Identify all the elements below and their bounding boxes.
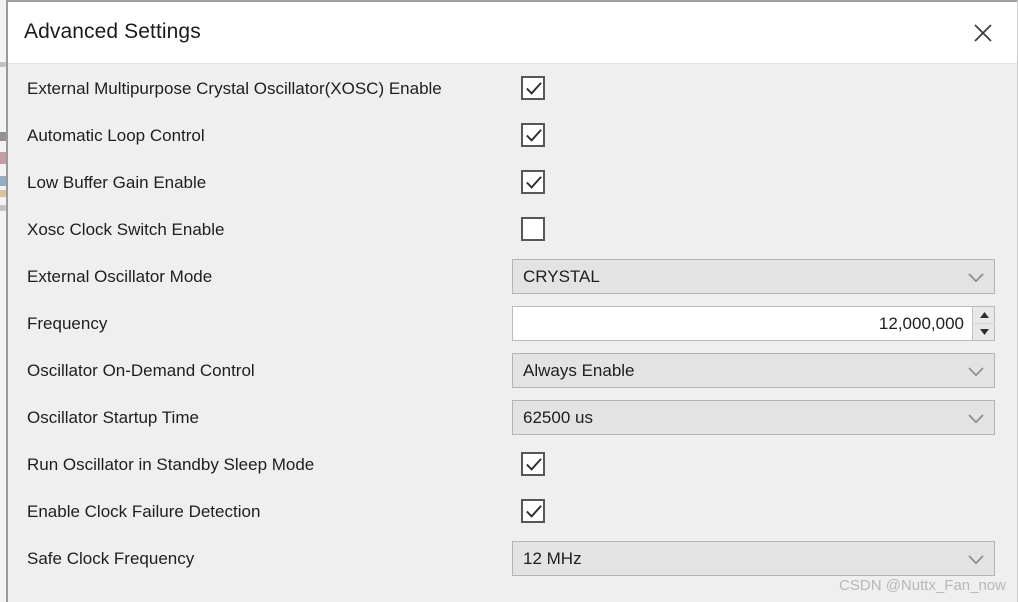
setting-combobox[interactable]: 12 MHz bbox=[512, 541, 995, 576]
chevron-down-icon bbox=[968, 273, 984, 283]
settings-list: External Multipurpose Crystal Oscillator… bbox=[8, 65, 1017, 602]
chevron-down-icon bbox=[968, 555, 984, 565]
setting-row: External Multipurpose Crystal Oscillator… bbox=[8, 65, 1017, 112]
combobox-arrow[interactable] bbox=[967, 365, 985, 383]
setting-row: Xosc Clock Switch Enable bbox=[8, 206, 1017, 253]
triangle-down-icon bbox=[979, 328, 989, 335]
setting-checkbox[interactable] bbox=[521, 170, 545, 194]
setting-checkbox[interactable] bbox=[521, 76, 545, 100]
dialog-titlebar: Advanced Settings bbox=[8, 2, 1017, 64]
setting-checkbox[interactable] bbox=[521, 217, 545, 241]
triangle-up-icon bbox=[979, 312, 989, 318]
setting-label: Enable Clock Failure Detection bbox=[27, 502, 261, 521]
setting-checkbox[interactable] bbox=[521, 499, 545, 523]
check-icon bbox=[526, 129, 542, 142]
check-icon bbox=[526, 458, 542, 471]
check-icon bbox=[526, 176, 542, 189]
combobox-value: 12 MHz bbox=[523, 549, 582, 568]
chevron-down-icon bbox=[968, 414, 984, 424]
combobox-value: Always Enable bbox=[523, 361, 635, 380]
setting-label: Oscillator On-Demand Control bbox=[27, 361, 255, 380]
setting-row: Oscillator Startup Time 62500 us bbox=[8, 394, 1017, 441]
setting-row: Low Buffer Gain Enable bbox=[8, 159, 1017, 206]
setting-row: Oscillator On-Demand Control Always Enabl… bbox=[8, 347, 1017, 394]
check-icon bbox=[526, 505, 542, 518]
advanced-settings-dialog: Advanced Settings External Multipurpose … bbox=[0, 0, 1018, 602]
setting-label: Safe Clock Frequency bbox=[27, 549, 195, 568]
setting-combobox[interactable]: 62500 us bbox=[512, 400, 995, 435]
chevron-down-icon bbox=[968, 367, 984, 377]
setting-row: Run Oscillator in Standby Sleep Mode bbox=[8, 441, 1017, 488]
setting-label: Oscillator Startup Time bbox=[27, 408, 199, 427]
setting-label: External Oscillator Mode bbox=[27, 267, 213, 286]
spinbox-increment-button[interactable] bbox=[973, 307, 995, 323]
setting-label: Automatic Loop Control bbox=[27, 126, 205, 145]
combobox-value: 62500 us bbox=[523, 408, 593, 427]
close-button[interactable] bbox=[959, 10, 1007, 56]
setting-label: Run Oscillator in Standby Sleep Mode bbox=[27, 455, 315, 474]
setting-label: Low Buffer Gain Enable bbox=[27, 173, 207, 192]
setting-label: External Multipurpose Crystal Oscillator… bbox=[27, 79, 442, 98]
setting-combobox[interactable]: CRYSTAL bbox=[512, 259, 995, 294]
setting-label: Frequency bbox=[27, 314, 108, 333]
frequency-spinbox[interactable]: 12,000,000 bbox=[512, 306, 995, 341]
spinbox-buttons bbox=[972, 307, 995, 340]
spinbox-decrement-button[interactable] bbox=[973, 323, 995, 339]
close-icon bbox=[974, 24, 992, 42]
dialog-title: Advanced Settings bbox=[24, 20, 201, 43]
combobox-arrow[interactable] bbox=[967, 412, 985, 430]
spinbox-value[interactable]: 12,000,000 bbox=[879, 307, 964, 340]
setting-row: External Oscillator Mode CRYSTAL bbox=[8, 253, 1017, 300]
setting-row: Automatic Loop Control bbox=[8, 112, 1017, 159]
setting-checkbox[interactable] bbox=[521, 123, 545, 147]
setting-row: Frequency 12,000,000 bbox=[8, 300, 1017, 347]
setting-combobox[interactable]: Always Enable bbox=[512, 353, 995, 388]
check-icon bbox=[526, 82, 542, 95]
setting-row: Safe Clock Frequency 12 MHz bbox=[8, 535, 1017, 582]
combobox-arrow[interactable] bbox=[967, 271, 985, 289]
setting-row: Enable Clock Failure Detection bbox=[8, 488, 1017, 535]
setting-checkbox[interactable] bbox=[521, 452, 545, 476]
combobox-value: CRYSTAL bbox=[523, 267, 600, 286]
setting-label: Xosc Clock Switch Enable bbox=[27, 220, 225, 239]
combobox-arrow[interactable] bbox=[967, 553, 985, 571]
